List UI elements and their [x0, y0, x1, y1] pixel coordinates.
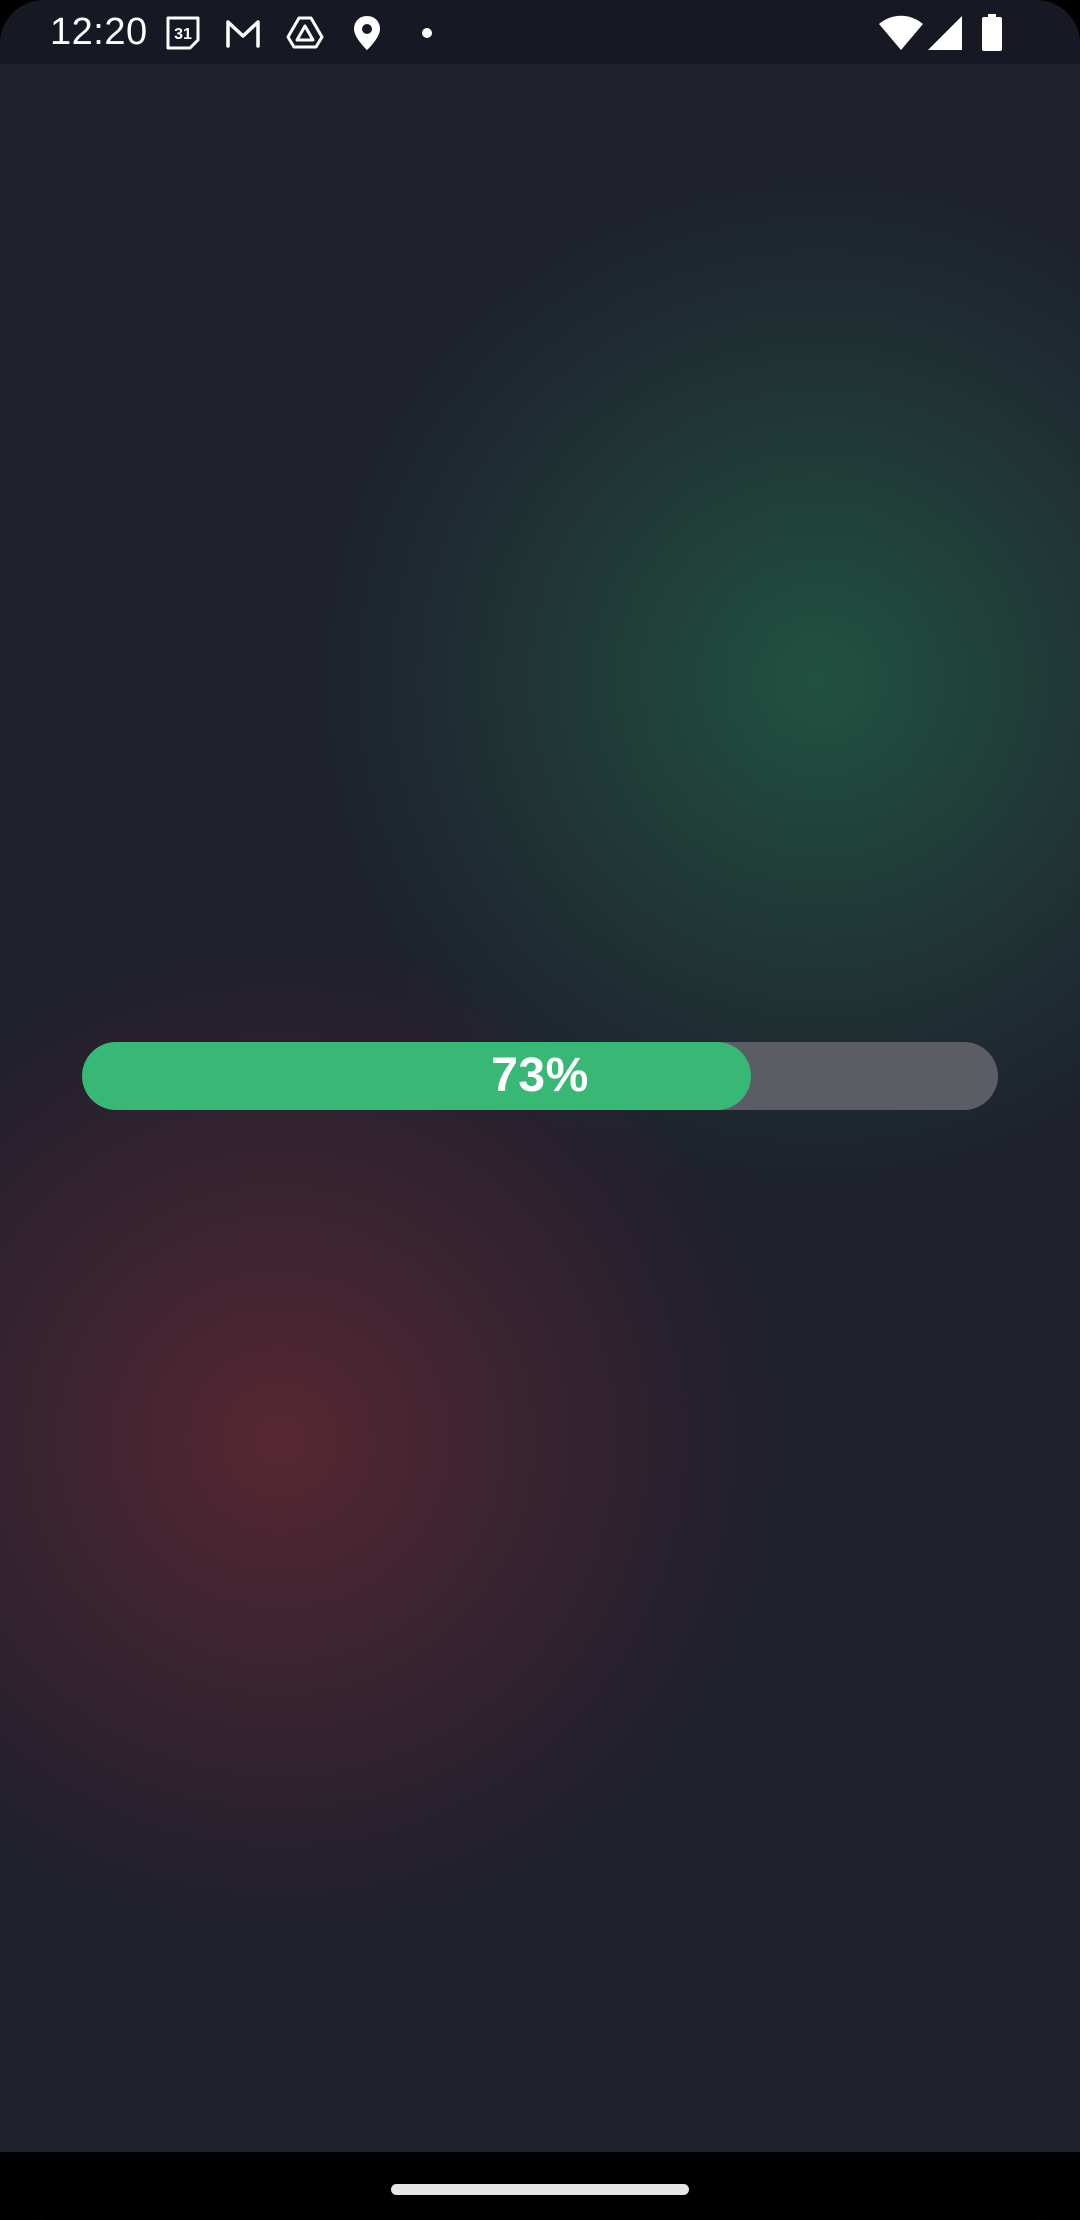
- cellular-signal-icon: [926, 14, 964, 52]
- gmail-icon: [224, 14, 262, 52]
- status-bar: 12:20 31: [0, 0, 1080, 64]
- location-pin-icon: [348, 14, 386, 52]
- wifi-icon: [878, 14, 924, 52]
- battery-icon: [980, 14, 1004, 52]
- calendar-icon-day: 31: [174, 26, 192, 43]
- more-dot-icon: [410, 14, 448, 52]
- app-screen: 12:20 31 73%: [0, 0, 1080, 2220]
- status-time: 12:20: [50, 11, 148, 53]
- progress-percentage-label: 73%: [491, 1049, 589, 1102]
- home-gesture-handle[interactable]: [391, 2184, 689, 2195]
- progress-bar: 73%: [82, 1042, 998, 1110]
- drive-icon: [286, 14, 324, 52]
- calendar-icon: 31: [164, 14, 202, 52]
- navigation-bar: [0, 2152, 1080, 2220]
